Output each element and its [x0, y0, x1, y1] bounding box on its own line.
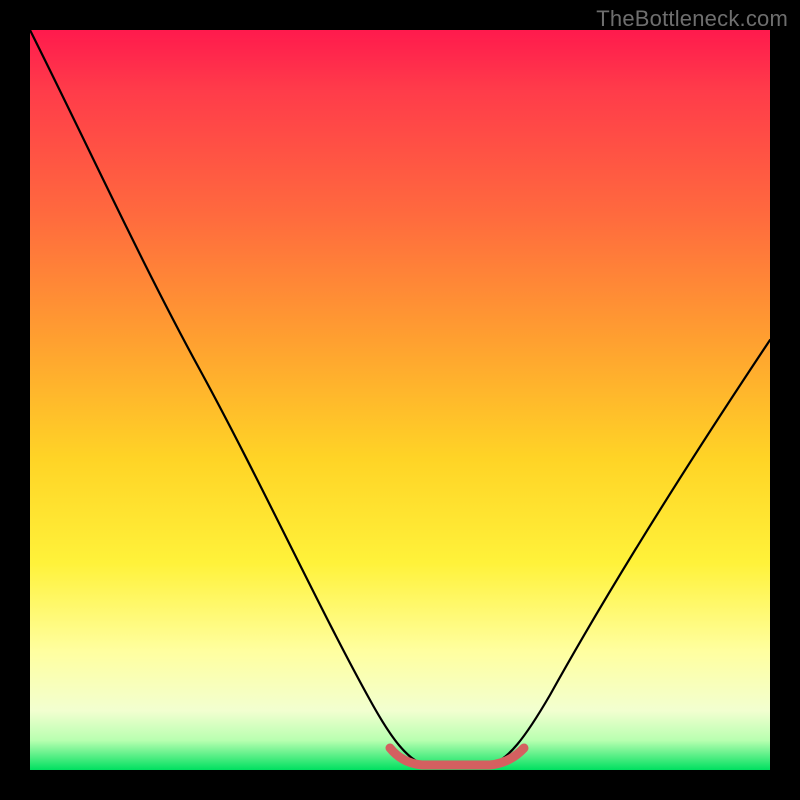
chart-svg	[30, 30, 770, 770]
plot-area	[30, 30, 770, 770]
bottleneck-curve	[30, 30, 770, 765]
chart-frame: TheBottleneck.com	[0, 0, 800, 800]
watermark-label: TheBottleneck.com	[596, 6, 788, 32]
